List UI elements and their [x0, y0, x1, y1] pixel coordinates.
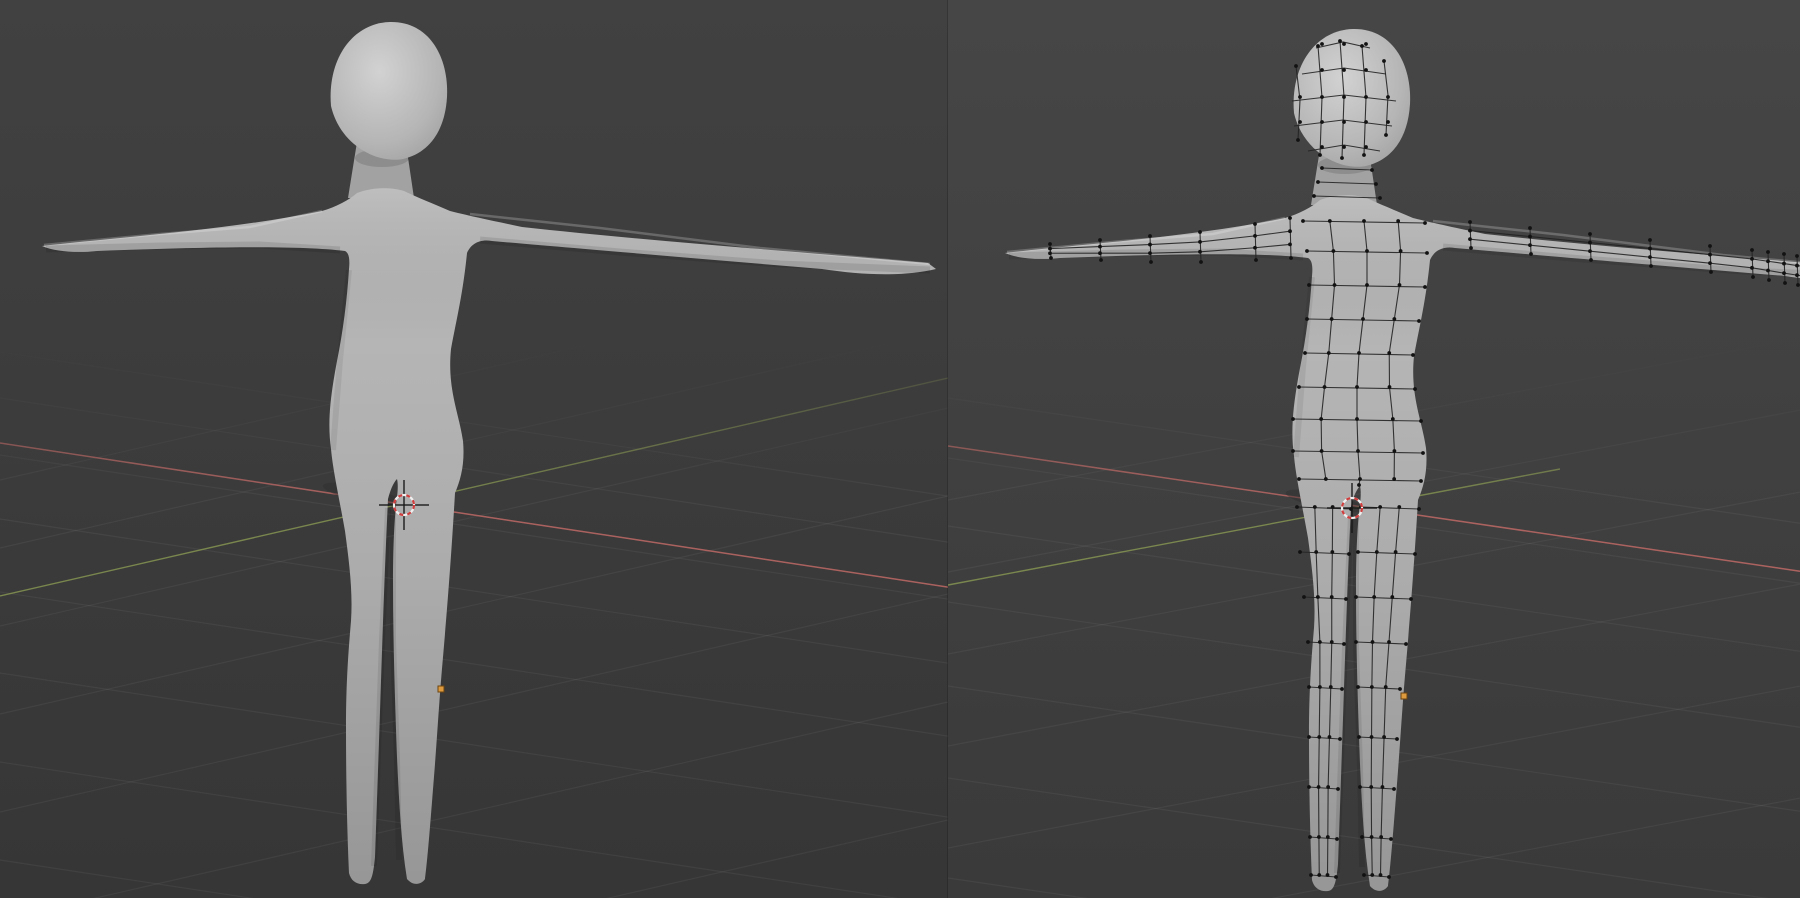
head	[331, 22, 448, 160]
viewport-right-wireframe[interactable]	[948, 0, 1800, 898]
object-origin-dot	[438, 686, 444, 692]
viewport-left-shaded[interactable]	[0, 0, 948, 898]
shaded-model-canvas	[0, 0, 948, 898]
viewport-comparison	[0, 0, 1800, 898]
floor-grid	[0, 262, 948, 898]
object-origin-dot	[1401, 693, 1407, 699]
wireframe-model-canvas	[948, 0, 1800, 898]
model-smooth[interactable]	[42, 22, 936, 884]
viewport-divider	[947, 0, 948, 898]
y-axis-line	[948, 469, 1560, 585]
body-silhouette	[42, 188, 936, 884]
y-axis-line	[0, 378, 948, 596]
